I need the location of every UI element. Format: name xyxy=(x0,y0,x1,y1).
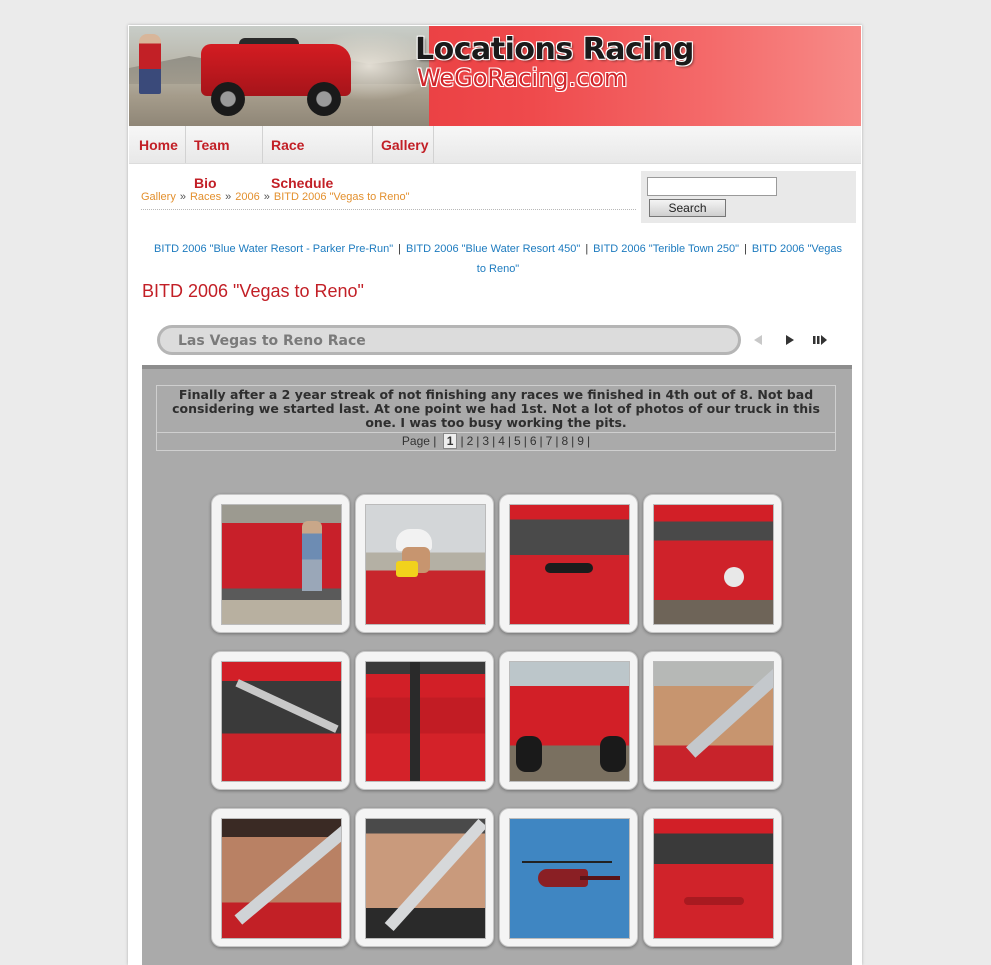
sub-album-links: BITD 2006 "Blue Water Resort - Parker Pr… xyxy=(154,243,842,275)
page-link-7[interactable]: 7 xyxy=(546,434,553,448)
thumbnail-image xyxy=(365,504,486,625)
thumbnail[interactable] xyxy=(499,651,638,790)
thumbnail-image xyxy=(365,661,486,782)
page-link-6[interactable]: 6 xyxy=(530,434,537,448)
search-input[interactable] xyxy=(647,177,777,196)
breadcrumb-races[interactable]: Races xyxy=(190,191,221,203)
breadcrumb-2006[interactable]: 2006 xyxy=(235,191,259,203)
thumbnail[interactable] xyxy=(211,651,350,790)
thumbnail[interactable] xyxy=(643,651,782,790)
site-subtitle: WeGoRacing.com xyxy=(417,64,628,92)
thumbnail-image xyxy=(509,661,630,782)
album-title: BITD 2006 "Vegas to Reno" xyxy=(142,281,364,301)
gallery-title-bar: Las Vegas to Reno Race xyxy=(157,325,741,355)
header-photo xyxy=(129,26,439,126)
page-link-4[interactable]: 4 xyxy=(498,434,505,448)
thumbnail[interactable] xyxy=(643,494,782,633)
header-banner: Locations Racing WeGoRacing.com xyxy=(129,26,861,126)
breadcrumb-gallery[interactable]: Gallery xyxy=(141,191,176,203)
album-link-parker-pre-run[interactable]: BITD 2006 "Blue Water Resort - Parker Pr… xyxy=(154,243,393,255)
search-box: Search xyxy=(641,171,856,223)
thumbnail[interactable] xyxy=(355,808,494,947)
thumbnail[interactable] xyxy=(211,494,350,633)
page-link-5[interactable]: 5 xyxy=(514,434,521,448)
page-link-1[interactable]: 1 xyxy=(442,433,458,449)
gallery-panel: Finally after a 2 year streak of not fin… xyxy=(142,365,852,965)
page-link-9[interactable]: 9 xyxy=(577,434,584,448)
search-button[interactable]: Search xyxy=(649,199,726,217)
thumbnail-image xyxy=(653,661,774,782)
thumbnail-image xyxy=(221,504,342,625)
nav-race-schedule[interactable]: Race Schedule xyxy=(263,126,373,191)
previous-icon[interactable] xyxy=(750,333,766,347)
breadcrumb-current: BITD 2006 "Vegas to Reno" xyxy=(273,191,410,203)
album-link-terible-town-250[interactable]: BITD 2006 "Terible Town 250" xyxy=(593,243,739,255)
thumbnail[interactable] xyxy=(499,494,638,633)
main-nav: Home Team Bio Race Schedule Gallery xyxy=(129,126,861,191)
thumbnail[interactable] xyxy=(355,494,494,633)
gallery-description: Finally after a 2 year streak of not fin… xyxy=(157,386,835,433)
site-title: Locations Racing xyxy=(415,32,694,67)
page-link-8[interactable]: 8 xyxy=(561,434,568,448)
gallery-description-box: Finally after a 2 year streak of not fin… xyxy=(156,385,836,451)
thumbnail-image xyxy=(509,818,630,939)
page-container: Locations Racing WeGoRacing.com Home Tea… xyxy=(128,25,862,965)
nav-gallery[interactable]: Gallery xyxy=(373,126,434,163)
page-link-2[interactable]: 2 xyxy=(467,434,474,448)
nav-team-bio[interactable]: Team Bio xyxy=(186,126,263,191)
breadcrumb: Gallery» Races» 2006» BITD 2006 "Vegas to R… xyxy=(141,191,636,210)
thumbnail-image xyxy=(653,818,774,939)
thumbnail-image xyxy=(221,661,342,782)
pager-label: Page xyxy=(401,434,430,448)
thumbnail-image xyxy=(365,818,486,939)
thumbnail-image xyxy=(653,504,774,625)
nav-home[interactable]: Home xyxy=(129,126,186,163)
thumbnail[interactable] xyxy=(643,808,782,947)
page-link-3[interactable]: 3 xyxy=(482,434,489,448)
play-icon[interactable] xyxy=(782,333,798,347)
pager: Page | 1 | 2 | 3 | 4 | 5 | 6 | 7 | 8 | 9 | xyxy=(401,433,591,449)
thumbnail[interactable] xyxy=(211,808,350,947)
next-last-icon[interactable] xyxy=(812,333,828,347)
thumbnail[interactable] xyxy=(355,651,494,790)
gallery-title: Las Vegas to Reno Race xyxy=(178,333,366,349)
header-person xyxy=(139,34,161,94)
album-link-blue-water-450[interactable]: BITD 2006 "Blue Water Resort 450" xyxy=(406,243,580,255)
thumbnail-image xyxy=(509,504,630,625)
thumbnail-image xyxy=(221,818,342,939)
thumbnail[interactable] xyxy=(499,808,638,947)
